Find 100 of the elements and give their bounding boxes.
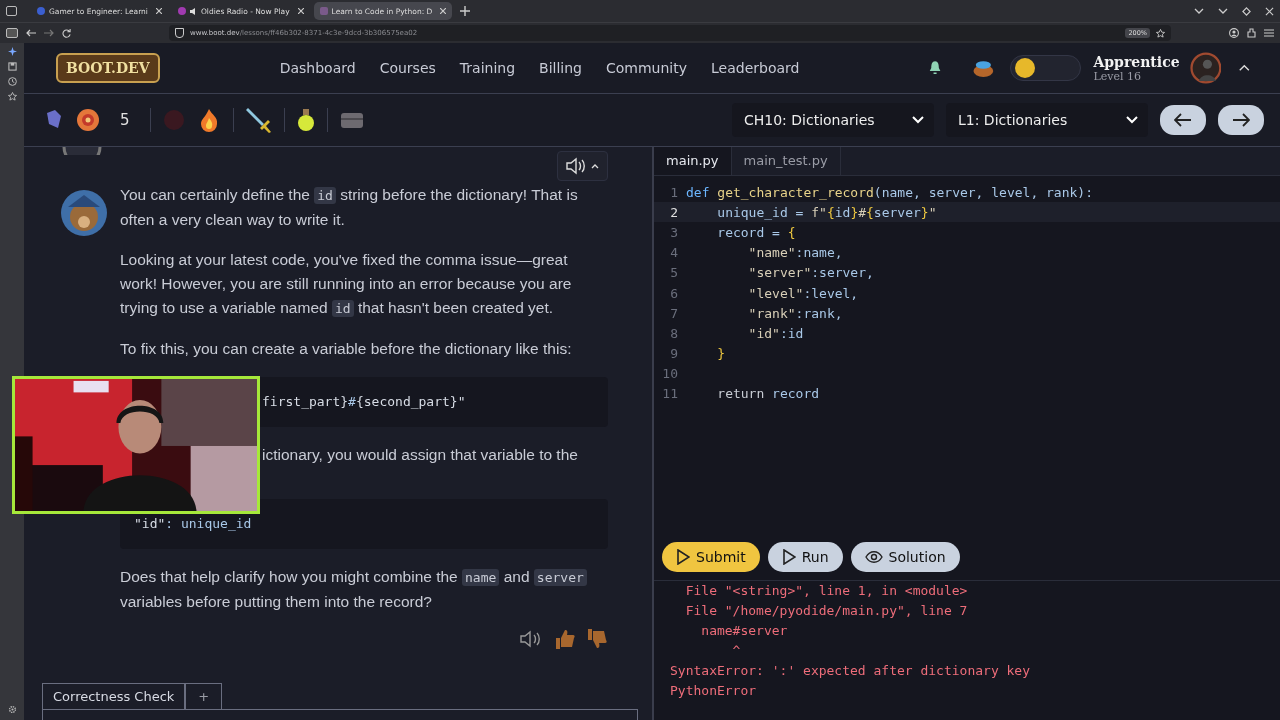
thumbs-down-icon[interactable] bbox=[586, 628, 608, 650]
file-tab[interactable]: main.py bbox=[654, 147, 732, 175]
message-paragraph: Looking at your latest code, you've fixed the comma issue—great work! However, you are still running into an error because you are trying to use a variable named id that hasn't been created yet. bbox=[120, 250, 573, 319]
error-output-line: File "<string>", line 1, in <module> bbox=[684, 582, 969, 600]
line-number: 7 bbox=[669, 305, 678, 321]
line-number: 8 bbox=[669, 325, 678, 341]
line-number: 4 bbox=[669, 245, 678, 261]
message-paragraph: To fix this, you can create a variable before the dictionary like this: bbox=[120, 339, 573, 359]
error-output-line: name#server bbox=[700, 622, 789, 640]
logo[interactable]: BOOT.DEV bbox=[56, 53, 160, 83]
code-line: "rank":rank, bbox=[747, 305, 843, 321]
save-icon[interactable] bbox=[7, 62, 17, 71]
account-icon[interactable] bbox=[1229, 28, 1239, 38]
reload-icon[interactable] bbox=[62, 28, 71, 38]
run-button[interactable]: Run bbox=[767, 542, 843, 572]
nav-link[interactable]: Billing bbox=[539, 60, 582, 76]
close-tab-icon[interactable] bbox=[155, 8, 162, 14]
potion-icon[interactable] bbox=[296, 109, 315, 131]
code-line: record = { bbox=[716, 224, 796, 240]
thumbs-up-icon[interactable] bbox=[554, 628, 576, 650]
chevron-icon bbox=[1126, 116, 1138, 124]
speaker-icon bbox=[566, 157, 588, 175]
caret-icon bbox=[591, 163, 599, 169]
coin-toggle[interactable] bbox=[1010, 55, 1082, 81]
solution-button[interactable]: Solution bbox=[850, 542, 960, 572]
code-block: "id": unique_id bbox=[120, 499, 608, 549]
eye-icon bbox=[864, 551, 883, 563]
star-icon[interactable] bbox=[7, 92, 17, 101]
favicon-icon bbox=[177, 7, 186, 15]
file-tab[interactable]: main_test.py bbox=[731, 147, 841, 175]
gem-icon[interactable] bbox=[44, 109, 64, 131]
code-line: "name":name, bbox=[747, 245, 843, 261]
avatar bbox=[62, 147, 102, 155]
code-line: } bbox=[716, 346, 726, 362]
code-line: return record bbox=[716, 386, 820, 402]
streak-count: 5 bbox=[120, 111, 130, 129]
line-number: 5 bbox=[669, 265, 678, 281]
arrow-left-icon bbox=[1174, 113, 1192, 127]
tab-list-icon[interactable] bbox=[6, 6, 17, 16]
nav-link[interactable]: Training bbox=[459, 60, 516, 76]
line-number: 9 bbox=[669, 346, 678, 362]
previous-button[interactable] bbox=[1160, 105, 1206, 135]
code-line: "server":server, bbox=[747, 265, 874, 281]
arrow-right-icon bbox=[1232, 113, 1250, 127]
line-number: 10 bbox=[661, 366, 678, 382]
forward-icon[interactable] bbox=[44, 29, 54, 37]
line-number: 1 bbox=[669, 184, 678, 200]
nav-link[interactable]: Courses bbox=[379, 60, 436, 76]
error-output-line: PythonError bbox=[670, 682, 758, 700]
nav-link[interactable]: Leaderboard bbox=[711, 60, 800, 76]
bookmark-icon[interactable] bbox=[1156, 28, 1165, 38]
chevron-icon bbox=[912, 116, 924, 124]
lesson-dropdown[interactable]: L1: Dictionaries bbox=[946, 103, 1148, 137]
nav-link[interactable]: Community bbox=[606, 60, 687, 76]
extensions-icon[interactable] bbox=[1247, 28, 1256, 38]
maximize-icon[interactable] bbox=[1242, 6, 1251, 16]
shield-icon[interactable] bbox=[175, 28, 184, 38]
line-number: 6 bbox=[669, 285, 678, 301]
line-number: 11 bbox=[661, 386, 678, 402]
line-number: 3 bbox=[669, 224, 678, 240]
chest-icon[interactable] bbox=[339, 111, 364, 129]
play-icon bbox=[676, 549, 690, 565]
bear-avatar bbox=[60, 189, 108, 237]
settings-icon[interactable] bbox=[7, 705, 17, 714]
sidebar-icon[interactable] bbox=[6, 28, 18, 38]
code-line: "id":id bbox=[747, 325, 804, 341]
submit-button[interactable]: Submit bbox=[662, 542, 760, 572]
close-tab-icon[interactable] bbox=[297, 8, 304, 14]
close-icon[interactable] bbox=[1265, 6, 1274, 16]
rank-title: Apprentice bbox=[1093, 53, 1180, 70]
nav-link[interactable]: Dashboard bbox=[279, 60, 356, 76]
code-line: unique_id = f"{id}#{server}" bbox=[716, 204, 937, 220]
message-paragraph: Does that help clarify how you might combine the name and server variables before putting them into the record? bbox=[120, 565, 608, 614]
next-button[interactable] bbox=[1218, 105, 1264, 135]
menu-icon[interactable] bbox=[1264, 29, 1274, 37]
error-output-line: File "/home/pyodide/main.py", line 7 bbox=[684, 602, 969, 620]
voice-button[interactable] bbox=[557, 151, 608, 181]
favicon-icon bbox=[37, 7, 45, 15]
new-tab-icon[interactable] bbox=[460, 6, 471, 16]
minimize-icon[interactable] bbox=[1218, 8, 1228, 14]
code-line: "level":level, bbox=[747, 285, 859, 301]
chapter-dropdown[interactable]: CH10: Dictionaries bbox=[732, 103, 934, 137]
speaker-icon[interactable] bbox=[189, 7, 197, 15]
clock-icon[interactable] bbox=[7, 77, 17, 86]
panel-tab[interactable]: Correctness Check bbox=[42, 683, 186, 710]
caret-icon[interactable] bbox=[1239, 64, 1250, 72]
error-output-line: ^ bbox=[731, 642, 742, 660]
error-output-line: SyntaxError: ':' expected after dictionary key bbox=[670, 662, 1032, 680]
code-line: def get_character_record(name, server, level, rank): bbox=[686, 184, 1093, 200]
back-icon[interactable] bbox=[26, 29, 36, 37]
sparkle-icon[interactable] bbox=[7, 47, 17, 56]
sword-icon[interactable] bbox=[245, 106, 272, 134]
close-tab-icon[interactable] bbox=[440, 8, 447, 14]
play-icon bbox=[781, 549, 796, 565]
level-label: Level 16 bbox=[1093, 69, 1142, 83]
chevron-icon[interactable] bbox=[1194, 8, 1204, 14]
message-paragraph: ictionary, you would assign that variable to the bbox=[261, 445, 579, 465]
panel-tab[interactable]: + bbox=[185, 683, 223, 710]
target-icon[interactable] bbox=[76, 108, 100, 132]
line-number: 2 bbox=[669, 204, 678, 220]
